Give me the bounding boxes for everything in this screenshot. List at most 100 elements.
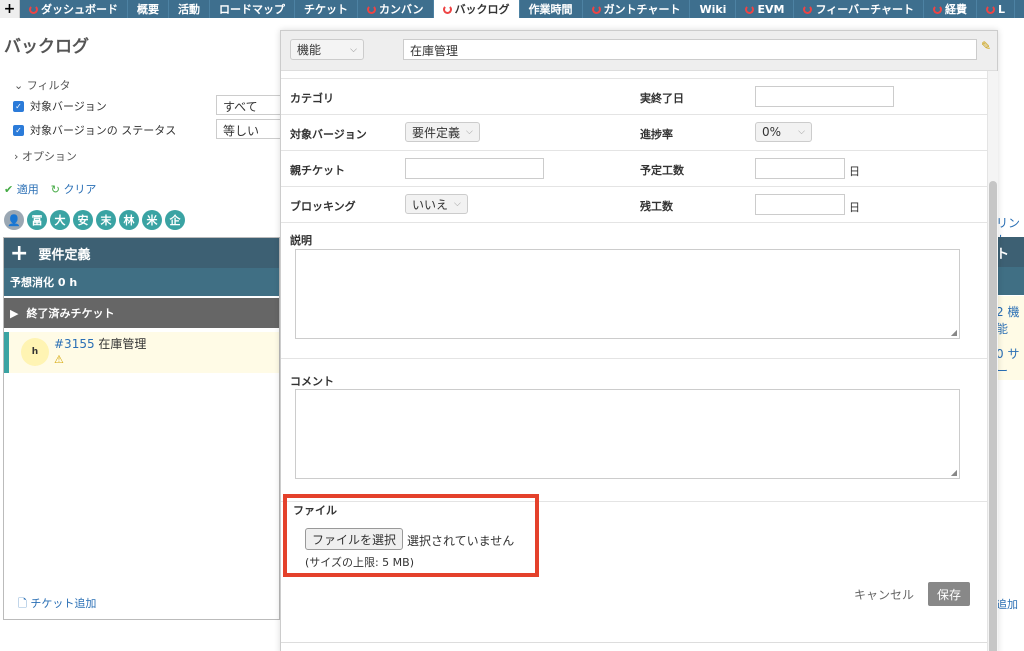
comment-textarea[interactable]: ◢ [295,389,960,479]
next-ticket-peek-2-label: 0 サー [996,347,1020,378]
ticket-card[interactable]: h #3155 在庫管理 ⚠ [4,332,279,373]
planned-hours-input[interactable] [755,158,845,179]
sprint-title: 要件定義 [38,247,91,263]
actual-end-label: 実終了日 [640,92,684,105]
resize-handle-icon[interactable]: ◢ [951,468,957,477]
nav-tab-label: 活動 [178,3,200,16]
scrollbar-thumb[interactable] [989,181,997,651]
apply-link[interactable]: ✔ 適用 [4,181,39,197]
dialog-scrollbar[interactable] [987,71,998,651]
plugin-icon [29,4,38,14]
top-nav: + ダッシュボード 概要 活動 ロードマップ チケット カンバン バックログ 作業時間 ガントチ… [0,0,1024,18]
tracker-select[interactable]: 機能 ⌵ [290,39,364,60]
next-sprint-header-peek: ト [996,237,1024,267]
nav-tab-label: 概要 [137,3,159,16]
filter-version-checkbox[interactable]: ✓ [13,100,24,112]
remaining-hours-input[interactable] [755,194,845,215]
category-label: カテゴリ [290,92,334,105]
chevron-down-icon: ⌄ [14,79,24,92]
add-link-peek[interactable]: 追加 [996,596,1018,612]
nav-tab-2[interactable]: 活動 [169,0,210,18]
nav-tab-0[interactable]: ダッシュボード [20,0,128,18]
nav-tab-1[interactable]: 概要 [128,0,169,18]
subject-input[interactable]: 在庫管理 [403,39,977,60]
progress-value: 0% [762,125,782,139]
next-ticket-peek-1-label: 2 機能 [996,305,1020,336]
avatar[interactable]: 安 [73,210,93,230]
add-ticket-link[interactable]: 🗋 チケット追加 [18,595,96,614]
filter-status-checkbox[interactable]: ✓ [13,124,24,136]
chevron-down-icon: ⌵ [466,127,473,137]
closed-tickets-toggle[interactable]: ▶ 終了済みチケット [4,298,279,328]
nav-tab-10[interactable]: EVM [736,0,795,18]
options-toggle[interactable]: › オプション [14,148,77,164]
nav-tab-label: L [998,2,1006,16]
nav-tab-label: 経費 [945,3,967,16]
triangle-right-icon: ▶ [10,306,19,320]
description-block: 説明 ◢ [281,223,987,359]
tracker-value: 機能 [297,43,322,57]
avatar[interactable]: 👤 [4,210,24,230]
chevron-down-icon: ⌵ [350,44,357,55]
filter-status-select[interactable]: 等しい [216,119,282,139]
next-sprint-sub-peek [996,267,1024,295]
filter-version-label: 対象バージョン [30,100,107,113]
cancel-link[interactable]: キャンセル [854,586,914,603]
filter-toggle[interactable]: ⌄ フィルタ [14,77,71,93]
new-item-button[interactable]: + [0,0,20,18]
nav-tab-6[interactable]: バックログ [433,0,520,18]
file-attachment-highlight: ファイル ファイルを選択 選択されていません (サイズの上限: 5 MB) [283,494,539,577]
filter-version-select[interactable]: すべて [216,95,282,115]
resize-handle-icon[interactable]: ◢ [951,328,957,337]
nav-tab-9[interactable]: Wiki [690,0,737,18]
next-ticket-peek-1[interactable]: 2 機能 [996,303,1024,337]
add-icon[interactable]: + [10,241,28,266]
avatar[interactable]: 大 [50,210,70,230]
plugin-icon [442,4,452,14]
nav-tab-4[interactable]: チケット [295,0,358,18]
comment-label: コメント [290,375,334,388]
nav-tab-8[interactable]: ガントチャート [583,0,691,18]
edit-icon[interactable]: ✎ [981,39,991,53]
nav-tab-label: カンバン [379,3,424,16]
options-label: オプション [21,150,77,163]
remaining-hours-label: 残工数 [640,200,673,213]
ticket-number-link[interactable]: #3155 [54,337,95,351]
member-avatars: 👤 冨大安末林米企 [4,210,185,230]
warning-icon: ⚠ [54,353,64,366]
filter-label: フィルタ [26,79,71,92]
actual-end-input[interactable] [755,86,894,107]
blocking-label: ブロッキング [290,200,356,213]
choose-file-button[interactable]: ファイルを選択 [305,528,404,550]
file-status-text: 選択されていません [407,534,515,548]
add-ticket-icon: 🗋 [18,597,27,610]
description-textarea[interactable]: ◢ [295,249,960,339]
nav-tab-13[interactable]: L [977,0,1016,18]
progress-label: 進捗率 [640,128,673,141]
nav-tab-label: ガントチャート [603,3,681,16]
target-version-label: 対象バージョン [290,128,367,141]
avatar[interactable]: 林 [119,210,139,230]
nav-tab-11[interactable]: フィーバーチャート [794,0,924,18]
avatar[interactable]: 企 [165,210,185,230]
nav-tab-7[interactable]: 作業時間 [520,0,583,18]
ticket-avatar: h [21,338,49,366]
save-button[interactable]: 保存 [928,582,970,606]
avatar[interactable]: 末 [96,210,116,230]
progress-select[interactable]: 0% ⌵ [755,122,812,142]
nav-tab-12[interactable]: 経費 [924,0,977,18]
target-version-select[interactable]: 要件定義 ⌵ [405,122,480,142]
next-ticket-peek-2[interactable]: 0 サー [996,345,1024,379]
plugin-icon [745,4,755,14]
nav-tab-3[interactable]: ロードマップ [210,0,295,18]
remaining-hours-unit: 日 [849,201,860,214]
chevron-right-icon: › [14,150,19,163]
filter-row-version: ✓ 対象バージョン [13,98,107,114]
clear-link[interactable]: ↻ クリア [51,181,97,197]
avatar[interactable]: 米 [142,210,162,230]
blocking-select[interactable]: いいえ ⌵ [405,194,468,214]
row-blocking: ブロッキング いいえ ⌵ 残工数 日 [281,187,987,223]
parent-ticket-input[interactable] [405,158,544,179]
avatar[interactable]: 冨 [27,210,47,230]
nav-tab-5[interactable]: カンバン [358,0,434,18]
